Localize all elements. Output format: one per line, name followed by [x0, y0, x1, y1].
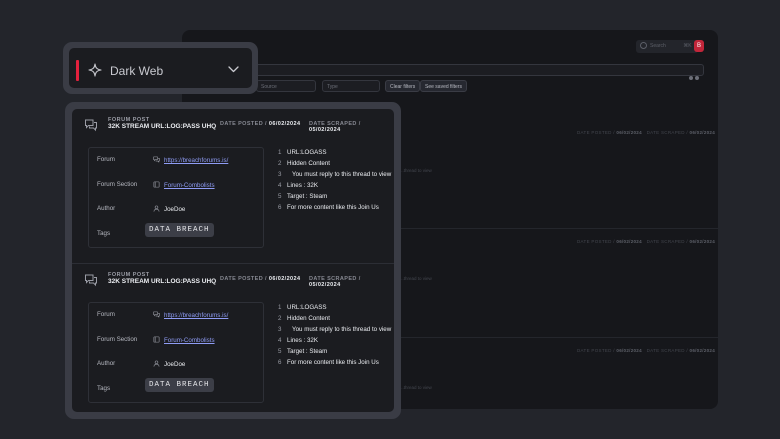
source-dropdown[interactable]: Source — [256, 80, 316, 92]
search-icon — [640, 42, 647, 49]
forum-label: Forum — [97, 311, 115, 318]
forum-post-card[interactable]: FORUM POST 32K STREAM URL:LOG:PASS UHQ D… — [72, 264, 394, 412]
content-line: 6 For more content like this Join Us — [278, 204, 379, 211]
content-line: 6 For more content like this Join Us — [278, 359, 379, 366]
tag-badge[interactable]: DATA BREACH — [145, 223, 214, 237]
forum-link-icon — [153, 156, 160, 163]
bg-row-3-snippet: ...thread to view — [400, 385, 432, 390]
content-line: 4 Lines : 32K — [278, 182, 318, 189]
forum-section-value: Forum-Combolists — [153, 181, 215, 189]
author-value: JoeDoe — [153, 360, 185, 368]
author-value: JoeDoe — [153, 205, 185, 213]
saved-filters-button[interactable]: See saved filters — [420, 80, 467, 92]
forum-chat-icon — [85, 119, 97, 132]
filter-options-icon[interactable] — [687, 67, 699, 80]
bg-row-divider — [392, 337, 718, 338]
filter-bar[interactable] — [252, 64, 704, 80]
user-icon — [153, 360, 160, 367]
forum-link[interactable]: https://breachforums.is/ — [164, 157, 228, 164]
section-icon — [153, 336, 160, 343]
bg-row-2-meta: DATE POSTED / 06/02/2024 DATE SCRAPED / … — [577, 239, 716, 244]
tags-label: Tags — [97, 230, 111, 237]
author-name: JoeDoe — [164, 361, 186, 368]
author-label: Author — [97, 360, 116, 367]
search-shortcut: ⌘K — [683, 43, 692, 49]
bg-row-3-meta: DATE POSTED / 06/02/2024 DATE SCRAPED / … — [577, 348, 716, 353]
content-line: 3 You must reply to this thread to view — [278, 171, 392, 178]
bg-row-divider — [392, 228, 718, 229]
bg-row-1-snippet: ...thread to view — [400, 168, 432, 173]
sparkle-icon — [88, 63, 102, 77]
date-posted: DATE POSTED / 06/02/2024 — [220, 121, 301, 127]
post-details-box: Forum https://breachforums.is/ Forum Sec… — [88, 147, 264, 248]
forum-post-card[interactable]: FORUM POST 32K STREAM URL:LOG:PASS UHQ D… — [72, 109, 394, 260]
forum-label: Forum — [97, 156, 115, 163]
content-line: 5 Target : Steam — [278, 348, 328, 355]
content-line: 5 Target : Steam — [278, 193, 328, 200]
chevron-down-icon[interactable] — [228, 65, 239, 73]
tags-label: Tags — [97, 385, 111, 392]
content-line: 3 You must reply to this thread to view — [278, 326, 392, 333]
post-title[interactable]: 32K STREAM URL:LOG:PASS UHQ — [108, 278, 216, 285]
forum-section-label: Forum Section — [97, 336, 138, 343]
forum-section-link[interactable]: Forum-Combolists — [164, 337, 215, 344]
bg-row-2-snippet: ...thread to view — [400, 276, 432, 281]
forum-section-link[interactable]: Forum-Combolists — [164, 182, 215, 189]
source-selector-label: Dark Web — [110, 64, 164, 78]
tag-badge[interactable]: DATA BREACH — [145, 378, 214, 392]
date-posted: DATE POSTED / 06/02/2024 — [220, 276, 301, 282]
author-name: JoeDoe — [164, 206, 186, 213]
date-scraped: DATE SCRAPED / 05/02/2024 — [309, 121, 361, 133]
section-icon — [153, 181, 160, 188]
content-line: 1 URL:LOGASS — [278, 149, 327, 156]
type-dropdown-label: Type — [327, 84, 338, 90]
user-icon — [153, 205, 160, 212]
source-selector-frame: Dark Web — [63, 42, 258, 94]
author-label: Author — [97, 205, 116, 212]
avatar[interactable]: B — [694, 40, 704, 52]
content-line: 2 Hidden Content — [278, 160, 330, 167]
content-line: 4 Lines : 32K — [278, 337, 318, 344]
content-line: 2 Hidden Content — [278, 315, 330, 322]
forum-link-icon — [153, 311, 160, 318]
content-line: 1 URL:LOGASS — [278, 304, 327, 311]
search-placeholder: Search — [650, 43, 666, 49]
forum-section-value: Forum-Combolists — [153, 336, 215, 344]
type-dropdown[interactable]: Type — [322, 80, 380, 92]
forum-chat-icon — [85, 274, 97, 287]
forum-section-label: Forum Section — [97, 181, 138, 188]
post-details-box: Forum https://breachforums.is/ Forum Sec… — [88, 302, 264, 403]
date-scraped: DATE SCRAPED / 05/02/2024 — [309, 276, 361, 288]
source-selector[interactable]: Dark Web — [69, 48, 252, 88]
forum-link[interactable]: https://breachforums.is/ — [164, 312, 228, 319]
bg-row-1-meta: DATE POSTED / 06/02/2024 DATE SCRAPED / … — [577, 130, 716, 135]
clear-filters-button[interactable]: Clear filters — [385, 80, 421, 92]
forum-value: https://breachforums.is/ — [153, 311, 228, 319]
forum-value: https://breachforums.is/ — [153, 156, 228, 164]
results-panel: FORUM POST 32K STREAM URL:LOG:PASS UHQ D… — [72, 109, 394, 412]
source-dropdown-label: Source — [261, 84, 277, 90]
post-title[interactable]: 32K STREAM URL:LOG:PASS UHQ — [108, 123, 216, 130]
search-input[interactable]: Search ⌘K — [636, 40, 698, 53]
source-accent-bar — [76, 60, 79, 81]
results-panel-frame: FORUM POST 32K STREAM URL:LOG:PASS UHQ D… — [65, 102, 401, 419]
